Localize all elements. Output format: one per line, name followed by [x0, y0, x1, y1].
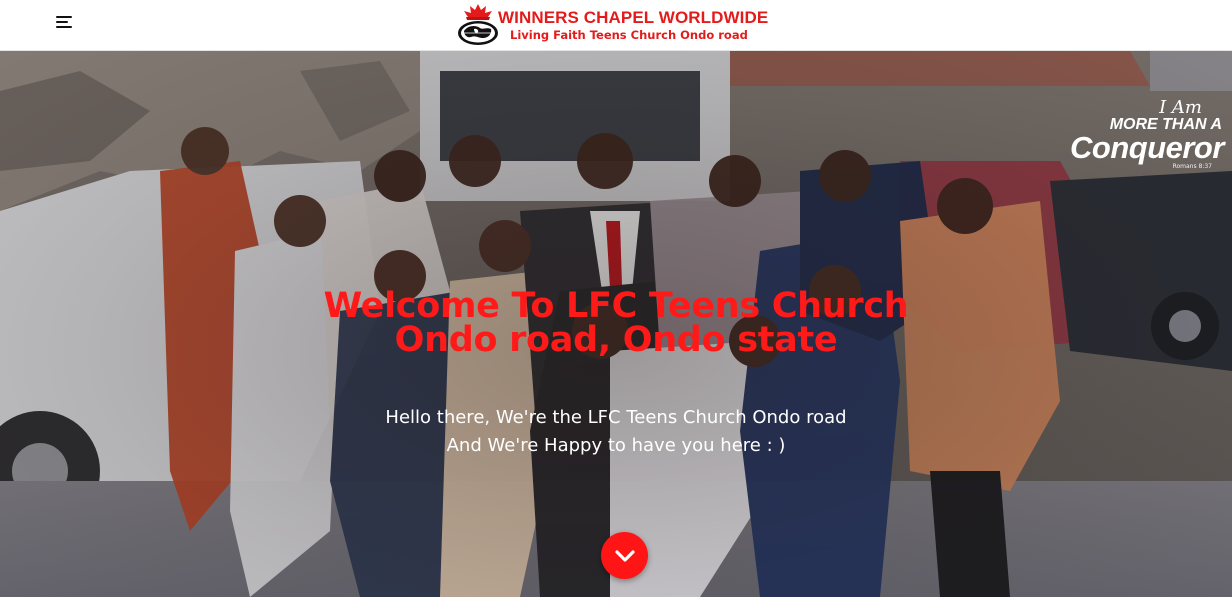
- hero-title: Welcome To LFC Teens Church Ondo road, O…: [0, 286, 1232, 360]
- hamburger-menu-icon[interactable]: [50, 10, 80, 34]
- hero-title-line2: Ondo road, Ondo state: [394, 320, 838, 360]
- scroll-down-button[interactable]: [601, 532, 648, 579]
- hero-text-line1: Hello there, We're the LFC Teens Church …: [385, 407, 847, 428]
- badge-line1: I Am: [1159, 97, 1202, 118]
- globe-flame-logo: [458, 4, 498, 45]
- brand-title: WINNERS CHAPEL WORLDWIDE: [498, 8, 769, 27]
- conqueror-badge: I Am MORE THAN A Conqueror Romans 8:37: [1070, 99, 1230, 179]
- site-header: WINNERS CHAPEL WORLDWIDE Living Faith Te…: [0, 0, 1232, 51]
- menu-line: [56, 16, 72, 18]
- badge-line3: Conqueror: [1070, 130, 1224, 165]
- menu-line: [56, 26, 72, 28]
- hero-text-line2: And We're Happy to have you here : ): [446, 435, 786, 456]
- hero-title-line1: Welcome To LFC Teens Church: [323, 286, 909, 326]
- chevron-down-icon: [614, 549, 635, 562]
- hero-section: I Am MORE THAN A Conqueror Romans 8:37 W…: [0, 51, 1232, 597]
- brand-subtitle: Living Faith Teens Church Ondo road: [510, 28, 748, 42]
- badge-line4: Romans 8:37: [1172, 163, 1212, 170]
- brand-home-link[interactable]: WINNERS CHAPEL WORLDWIDE Living Faith Te…: [456, 3, 768, 47]
- menu-line: [56, 21, 68, 23]
- hero-description: Hello there, We're the LFC Teens Church …: [0, 404, 1232, 460]
